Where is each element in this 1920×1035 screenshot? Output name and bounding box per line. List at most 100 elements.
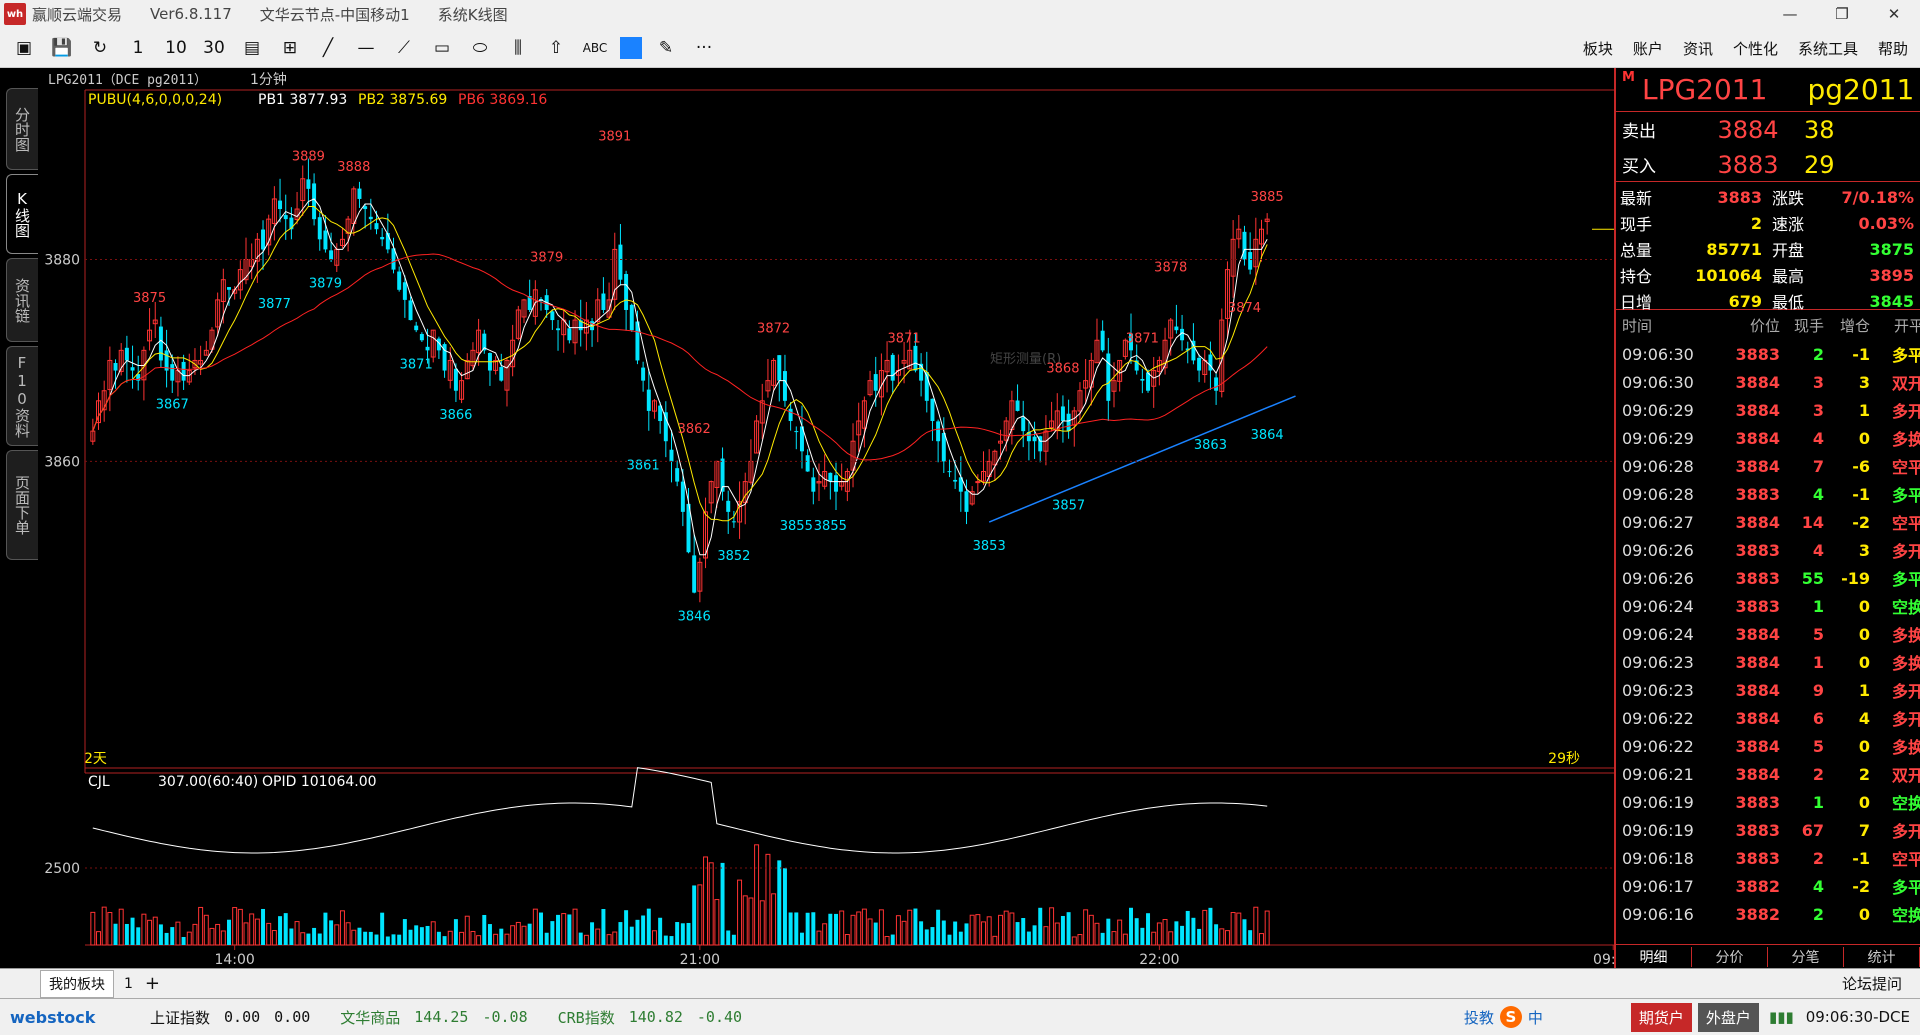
ticks-list[interactable]: 09:06:30 3883 2 -1 多平 09:06:30 3884 3 3 双开 09:06:2…	[1616, 340, 1920, 928]
color-picker-icon[interactable]	[620, 36, 642, 59]
rectangle-icon[interactable]: ▭	[428, 34, 456, 62]
menu-personalize[interactable]: 个性化	[1733, 38, 1778, 59]
kline-chart[interactable]: LPG2011（DCE pg2011） 1分钟 PUBU(4,6,0,0,0,2…	[40, 68, 1614, 968]
more-icon[interactable]: ···	[690, 34, 718, 62]
indicator-name[interactable]: PUBU(4,6,0,0,0,24)	[88, 92, 222, 108]
ime-lang[interactable]: 中	[1528, 1007, 1543, 1028]
volume-bar	[1129, 907, 1133, 945]
high-label: 3891	[598, 129, 631, 144]
tab-timeshare[interactable]: 分时图	[6, 88, 38, 170]
block-page[interactable]: 1	[124, 976, 133, 992]
volume-bar	[759, 900, 765, 946]
ask-price[interactable]: 3884	[1692, 116, 1804, 144]
volume-bar	[556, 914, 561, 945]
volume-bar	[527, 923, 532, 945]
order-icon[interactable]: ▣	[10, 34, 38, 62]
ellipse-icon[interactable]: ⬭	[466, 34, 494, 62]
days-label: 2天	[84, 751, 107, 767]
high-label: 3888	[337, 160, 370, 175]
tab-page-order[interactable]: 页面下单	[6, 450, 38, 560]
tab-price-dist[interactable]: 分价	[1692, 946, 1768, 967]
my-block-tab[interactable]: 我的板块	[40, 969, 114, 998]
cycle-lines-icon[interactable]: ⫼	[504, 34, 532, 62]
tab-kline[interactable]: K线图	[6, 174, 38, 254]
candle-body	[953, 479, 958, 482]
tab-detail[interactable]: 明细	[1616, 946, 1692, 967]
candle-body	[618, 244, 623, 280]
volume-bar	[646, 908, 651, 945]
candle-body	[936, 421, 941, 442]
volume-bar	[374, 934, 379, 945]
save-icon[interactable]: 💾	[48, 34, 76, 62]
ask-row[interactable]: 卖出 3884 38	[1616, 112, 1920, 147]
tick-cell: 多平	[1891, 486, 1920, 505]
arrow-up-icon[interactable]: ⇧	[542, 34, 570, 62]
menu-account[interactable]: 账户	[1633, 38, 1663, 59]
tick-cell: 09:06:19	[1622, 792, 1694, 812]
tab-news-chain[interactable]: 资讯链	[6, 258, 38, 342]
volume-bar	[550, 921, 555, 945]
volume-bar	[278, 916, 283, 945]
add-block-button[interactable]: +	[145, 973, 160, 994]
index2-label[interactable]: 文华商品	[340, 1007, 400, 1028]
ray-icon[interactable]: ⟋	[390, 34, 418, 62]
stat-item: 总量 85771	[1616, 236, 1768, 262]
contract-name: pg2011	[1807, 73, 1915, 106]
hline-icon[interactable]: —	[352, 34, 380, 62]
index3-label[interactable]: CRB指数	[558, 1007, 615, 1028]
volume-bar	[1180, 925, 1185, 945]
maximize-button[interactable]: ❐	[1816, 0, 1868, 28]
text-tool-icon[interactable]: ABC	[580, 34, 610, 62]
stat-value: 679	[1728, 291, 1762, 311]
status-bar: webstock 上证指数 0.00 0.00 文华商品 144.25 -0.0…	[0, 998, 1920, 1035]
stat-value: 101064	[1695, 265, 1762, 285]
menu-board[interactable]: 板块	[1583, 38, 1613, 59]
volume-bar	[930, 927, 935, 945]
period-1min-button[interactable]: 1	[124, 34, 152, 62]
tick-cell: 3884	[1735, 764, 1780, 784]
tick-cell: 09:06:26	[1622, 568, 1694, 588]
period-30min-button[interactable]: 30	[200, 34, 228, 62]
tab-f10[interactable]: F10资料	[6, 346, 38, 446]
volume-bar	[878, 909, 884, 946]
candle-body	[1100, 330, 1105, 351]
stat-label: 持仓	[1620, 267, 1653, 286]
volume-bar	[227, 919, 231, 945]
menu-system-tools[interactable]: 系统工具	[1798, 38, 1858, 59]
volume-bar	[669, 936, 674, 945]
drawn-trendline	[988, 395, 1296, 523]
forum-ask-button[interactable]: 论坛提问	[1842, 973, 1902, 994]
volume-bar	[861, 908, 867, 946]
volume-bar	[453, 919, 458, 945]
volume-bar	[1146, 913, 1151, 945]
stat-value: 7/0.18%	[1841, 187, 1914, 207]
symbol-title: LPG2011（DCE pg2011）	[48, 73, 207, 88]
minimize-button[interactable]: —	[1764, 0, 1816, 28]
bid-row[interactable]: 买入 3883 29	[1616, 147, 1920, 182]
period-selector[interactable]: 1分钟	[250, 71, 287, 88]
sogou-icon[interactable]: S	[1499, 1006, 1522, 1028]
period-day-button[interactable]: ▤	[238, 34, 266, 62]
tab-stats[interactable]: 统计	[1844, 946, 1920, 967]
volume-bar	[1021, 917, 1026, 945]
ime-toolbar[interactable]: 投教 S 中	[1464, 1006, 1543, 1028]
kline-svg[interactable]: LPG2011（DCE pg2011） 1分钟 PUBU(4,6,0,0,0,2…	[40, 68, 1614, 968]
tab-ticks[interactable]: 分笔	[1768, 946, 1844, 967]
bid-price[interactable]: 3883	[1692, 151, 1804, 179]
stat-label: 总量	[1620, 241, 1653, 260]
futures-account-button[interactable]: 期货户	[1630, 1002, 1692, 1032]
volume-bar	[447, 930, 453, 946]
menu-news[interactable]: 资讯	[1683, 38, 1713, 59]
refresh-icon[interactable]: ↻	[86, 34, 114, 62]
vol-indicator-name[interactable]: CJL	[88, 774, 110, 790]
low-label: 3866	[439, 408, 472, 423]
trendline-icon[interactable]: ╱	[314, 34, 342, 62]
period-10min-button[interactable]: 10	[162, 34, 190, 62]
tick-cell: 09:06:30	[1622, 344, 1694, 364]
eraser-icon[interactable]: ✎	[652, 34, 680, 62]
outer-account-button[interactable]: 外盘户	[1697, 1002, 1759, 1032]
layout-icon[interactable]: ⊞	[276, 34, 304, 62]
index1-label[interactable]: 上证指数	[150, 1007, 210, 1028]
close-button[interactable]: ✕	[1868, 0, 1920, 28]
menu-help[interactable]: 帮助	[1878, 38, 1908, 59]
